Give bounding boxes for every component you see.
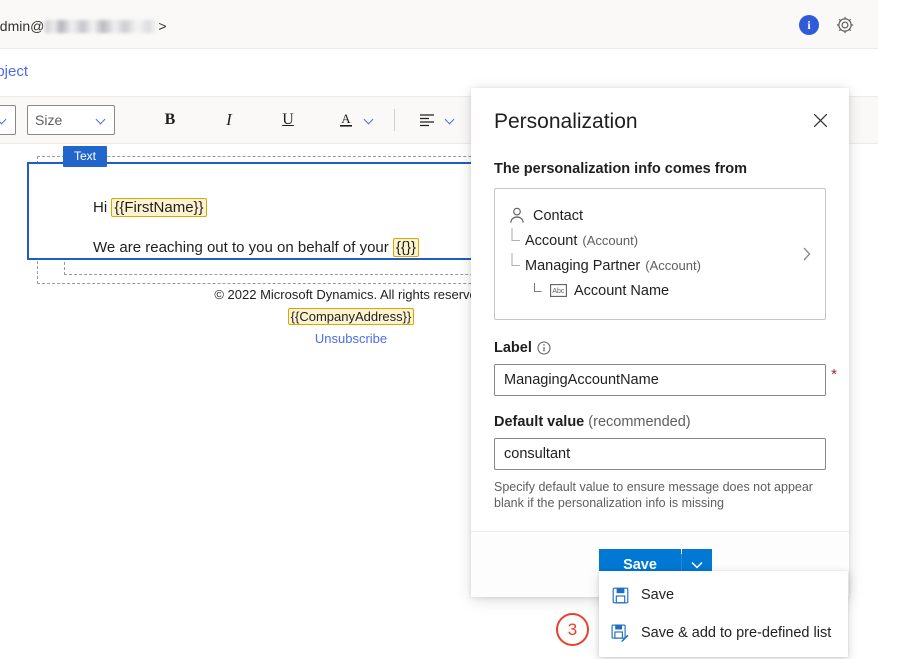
dialog-title: Personalization bbox=[494, 110, 638, 134]
default-value-field-row bbox=[494, 438, 826, 470]
dialog-body: The personalization info comes from Cont… bbox=[471, 161, 849, 531]
source-section-label: The personalization info comes from bbox=[494, 161, 826, 177]
tree-branch-end-icon bbox=[509, 253, 525, 278]
required-asterisk: * bbox=[831, 366, 837, 383]
annotation-step-3: 3 bbox=[556, 613, 589, 646]
tree-item-managing-partner[interactable]: Managing Partner (Account) bbox=[495, 253, 825, 278]
bold-label: B bbox=[165, 111, 176, 129]
label-field-row: * bbox=[494, 364, 826, 396]
font-color-button[interactable]: A bbox=[330, 104, 362, 136]
redacted-email-domain bbox=[45, 20, 157, 33]
tree-item-account-name[interactable]: Abc Account Name bbox=[495, 278, 825, 303]
info-outline-icon[interactable] bbox=[537, 341, 551, 355]
default-value-hint: Specify default value to ensure message … bbox=[494, 479, 826, 511]
info-circle-icon[interactable]: i bbox=[799, 15, 819, 35]
tree-item-label: Contact bbox=[533, 205, 583, 227]
close-icon[interactable] bbox=[807, 107, 833, 133]
gear-icon[interactable] bbox=[834, 14, 856, 36]
underline-button[interactable]: U bbox=[272, 104, 304, 136]
default-value-label-text: Default value bbox=[494, 414, 584, 430]
page-right-gutter bbox=[878, 0, 900, 659]
svg-text:Abc: Abc bbox=[552, 288, 565, 295]
abc-text-field-icon: Abc bbox=[550, 284, 567, 297]
chevron-down-icon[interactable] bbox=[365, 115, 375, 125]
label-field-text: Label bbox=[494, 340, 532, 356]
personalization-source-tree[interactable]: Contact Account (Account) Managing Partn bbox=[494, 188, 826, 320]
underline-label: U bbox=[282, 111, 294, 129]
personalization-token-empty[interactable]: {{}} bbox=[393, 238, 419, 257]
bold-button[interactable]: B bbox=[154, 104, 186, 136]
save-dropdown-menu: Save Save & add to pre-defined list bbox=[599, 571, 848, 657]
subject-text: ubject bbox=[0, 63, 28, 80]
email-from-bar: admin@ > i bbox=[0, 0, 878, 49]
person-icon bbox=[509, 207, 525, 224]
dialog-header: Personalization bbox=[471, 88, 849, 152]
email-body-line-1: Hi {{FirstName}} bbox=[93, 199, 207, 216]
text-block-badge[interactable]: Text bbox=[63, 146, 107, 167]
from-address-text: admin@ > bbox=[0, 18, 167, 34]
tree-branch-icon bbox=[509, 228, 525, 253]
label-field-label: Label bbox=[494, 340, 826, 356]
personalization-token-firstname[interactable]: {{FirstName}} bbox=[111, 198, 206, 217]
tree-branch-end-icon bbox=[532, 280, 548, 302]
svg-text:A: A bbox=[341, 111, 351, 126]
chevron-down-icon[interactable] bbox=[446, 115, 456, 125]
from-address-suffix: > bbox=[158, 18, 166, 34]
toolbar-divider bbox=[394, 109, 395, 131]
tree-item-label: Managing Partner bbox=[525, 255, 640, 277]
default-value-label-note: (recommended) bbox=[588, 414, 690, 430]
default-value-label: Default value (recommended) bbox=[494, 414, 826, 430]
menu-item-label: Save bbox=[641, 587, 674, 603]
tree-item-contact[interactable]: Contact bbox=[495, 203, 825, 228]
tree-item-label: Account bbox=[525, 230, 577, 252]
chevron-down-icon bbox=[97, 115, 107, 125]
align-left-button[interactable] bbox=[411, 104, 443, 136]
body-text: We are reaching out to you on behalf of … bbox=[93, 239, 393, 256]
font-size-select[interactable]: Size bbox=[27, 105, 115, 135]
menu-item-save[interactable]: Save bbox=[599, 576, 848, 614]
global-actions: i bbox=[799, 14, 856, 36]
menu-item-label: Save & add to pre-defined list bbox=[641, 625, 831, 641]
tree-item-entity: (Account) bbox=[582, 230, 638, 252]
personalization-token-companyaddress[interactable]: {{CompanyAddress}} bbox=[288, 308, 415, 325]
chevron-down-icon bbox=[0, 115, 8, 125]
tree-item-entity: (Account) bbox=[645, 255, 701, 277]
default-value-input[interactable] bbox=[494, 438, 826, 470]
tree-item-label: Account Name bbox=[574, 280, 669, 302]
menu-item-save-add-predefined[interactable]: Save & add to pre-defined list bbox=[599, 614, 848, 652]
font-size-label: Size bbox=[35, 112, 62, 128]
email-body-line-2: We are reaching out to you on behalf of … bbox=[93, 239, 419, 256]
chevron-right-icon[interactable] bbox=[802, 246, 812, 262]
from-address-prefix: admin@ bbox=[0, 18, 44, 34]
italic-label: I bbox=[226, 110, 232, 130]
greeting-text: Hi bbox=[93, 199, 111, 216]
label-input[interactable] bbox=[494, 364, 826, 396]
italic-button[interactable]: I bbox=[213, 104, 245, 136]
unsubscribe-link[interactable]: Unsubscribe bbox=[315, 331, 387, 346]
personalization-dialog: Personalization The personalization info… bbox=[471, 88, 849, 597]
tree-item-account[interactable]: Account (Account) bbox=[495, 228, 825, 253]
save-disk-icon bbox=[610, 587, 630, 604]
save-add-list-icon bbox=[610, 624, 630, 642]
font-family-select[interactable] bbox=[0, 105, 16, 135]
info-icon-glyph: i bbox=[807, 19, 810, 31]
